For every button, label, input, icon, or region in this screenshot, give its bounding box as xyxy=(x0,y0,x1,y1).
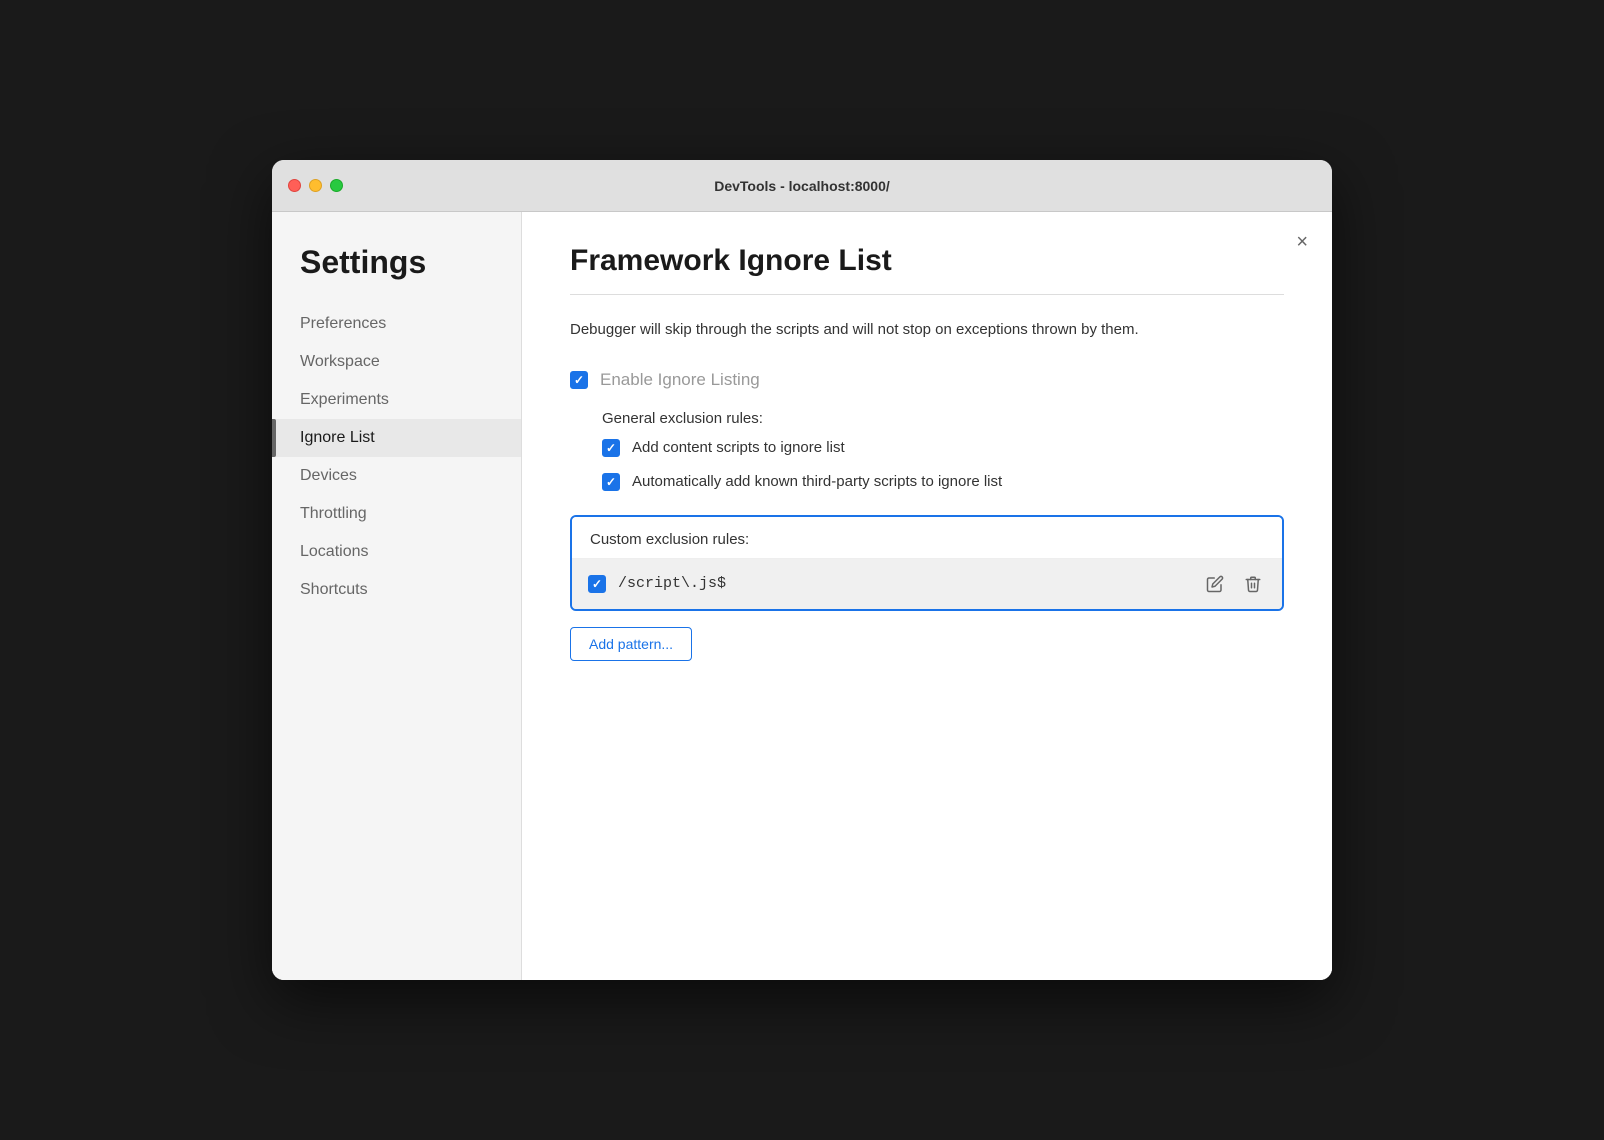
checkmark-icon-1: ✓ xyxy=(606,441,616,455)
traffic-lights xyxy=(288,179,343,192)
page-title: Framework Ignore List xyxy=(570,244,1284,278)
delete-rule-button[interactable] xyxy=(1240,571,1266,597)
rule2-checkbox[interactable]: ✓ xyxy=(602,473,620,491)
checkmark-icon-2: ✓ xyxy=(606,475,616,489)
custom-rule-checkbox[interactable]: ✓ xyxy=(588,575,606,593)
rule2-label: Automatically add known third-party scri… xyxy=(632,473,1002,490)
custom-exclusion-header: Custom exclusion rules: xyxy=(572,517,1282,559)
general-exclusion-label: General exclusion rules: xyxy=(602,410,1284,427)
close-button[interactable]: × xyxy=(1296,232,1308,252)
checkmark-icon-3: ✓ xyxy=(592,577,602,591)
rule1-label: Add content scripts to ignore list xyxy=(632,439,845,456)
close-traffic-light[interactable] xyxy=(288,179,301,192)
maximize-traffic-light[interactable] xyxy=(330,179,343,192)
rule-pattern: /script\.js$ xyxy=(618,575,1190,592)
sidebar-title: Settings xyxy=(272,236,521,305)
add-pattern-button[interactable]: Add pattern... xyxy=(570,627,692,661)
sidebar-item-throttling[interactable]: Throttling xyxy=(272,495,521,533)
main-content: Settings Preferences Workspace Experimen… xyxy=(272,212,1332,980)
titlebar: DevTools - localhost:8000/ xyxy=(272,160,1332,212)
window-title: DevTools - localhost:8000/ xyxy=(714,178,890,194)
rule1-checkbox[interactable]: ✓ xyxy=(602,439,620,457)
enable-ignore-listing-row: ✓ Enable Ignore Listing xyxy=(570,370,1284,390)
divider xyxy=(570,294,1284,295)
custom-rule-row: ✓ /script\.js$ xyxy=(572,559,1282,609)
rule1-row: ✓ Add content scripts to ignore list xyxy=(602,439,1284,457)
description-text: Debugger will skip through the scripts a… xyxy=(570,319,1270,342)
sidebar-item-locations[interactable]: Locations xyxy=(272,533,521,571)
sidebar-item-preferences[interactable]: Preferences xyxy=(272,305,521,343)
sidebar-item-devices[interactable]: Devices xyxy=(272,457,521,495)
enable-ignore-listing-label: Enable Ignore Listing xyxy=(600,370,760,390)
edit-rule-button[interactable] xyxy=(1202,571,1228,597)
sidebar-item-shortcuts[interactable]: Shortcuts xyxy=(272,571,521,609)
sidebar-item-experiments[interactable]: Experiments xyxy=(272,381,521,419)
app-window: DevTools - localhost:8000/ Settings Pref… xyxy=(272,160,1332,980)
rule2-row: ✓ Automatically add known third-party sc… xyxy=(602,473,1284,491)
content-area: × Framework Ignore List Debugger will sk… xyxy=(522,212,1332,980)
custom-rules-box: Custom exclusion rules: ✓ /script\.js$ xyxy=(570,515,1284,611)
checkmark-icon: ✓ xyxy=(574,373,584,387)
sidebar-item-workspace[interactable]: Workspace xyxy=(272,343,521,381)
sidebar-item-ignore-list[interactable]: Ignore List xyxy=(272,419,521,457)
general-exclusion-rules: ✓ Add content scripts to ignore list ✓ A… xyxy=(602,439,1284,491)
enable-ignore-listing-checkbox[interactable]: ✓ xyxy=(570,371,588,389)
minimize-traffic-light[interactable] xyxy=(309,179,322,192)
sidebar: Settings Preferences Workspace Experimen… xyxy=(272,212,522,980)
